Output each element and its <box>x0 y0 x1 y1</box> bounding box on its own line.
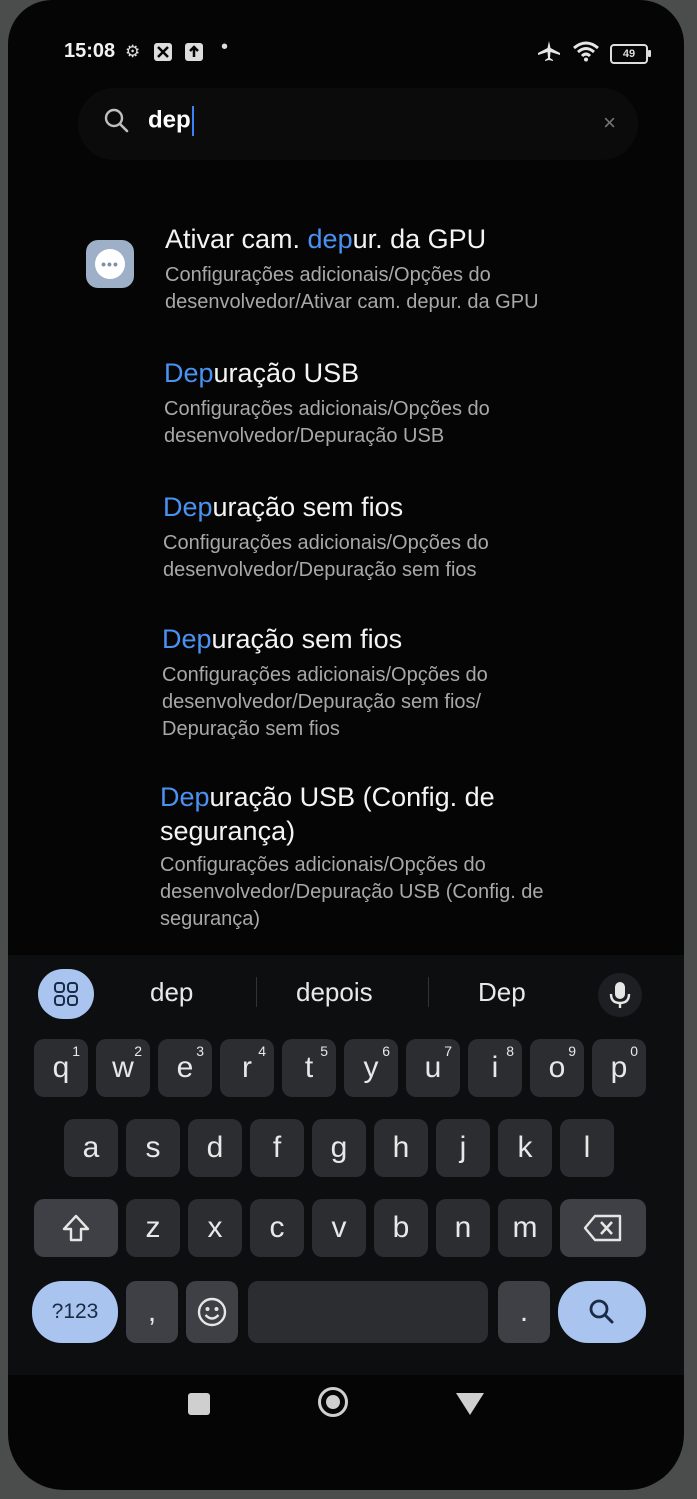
recent-apps-icon[interactable] <box>188 1393 210 1415</box>
key-z[interactable]: z <box>126 1199 180 1257</box>
search-bar[interactable]: dep × <box>78 88 638 160</box>
key-y[interactable]: y6 <box>344 1039 398 1097</box>
key-b[interactable]: b <box>374 1199 428 1257</box>
status-bar: 15:08 ⚙ • 49 <box>8 36 684 68</box>
key-l[interactable]: l <box>560 1119 614 1177</box>
result-path: Configurações adicionais/Opções do desenv… <box>160 854 544 930</box>
result-path: Configurações adicionais/Opções do desenv… <box>162 664 488 740</box>
key-o[interactable]: o9 <box>530 1039 584 1097</box>
apps-grid-icon <box>54 982 78 1006</box>
result-path: Configurações adicionais/Opções do desenv… <box>163 532 489 581</box>
result-title: Depuração sem fios <box>163 492 404 522</box>
divider <box>428 977 429 1007</box>
keyboard: dep depois Dep q1 w2 e3 r4 t5 y6 u7 i8 o… <box>8 955 684 1375</box>
key-r[interactable]: r4 <box>220 1039 274 1097</box>
more-notifications-dot-icon: • <box>221 36 229 58</box>
navigation-bar <box>8 1375 684 1435</box>
key-j[interactable]: j <box>436 1119 490 1177</box>
back-icon[interactable] <box>456 1393 484 1415</box>
additional-settings-app-icon: ••• <box>86 240 134 288</box>
emoji-icon <box>197 1297 227 1327</box>
microphone-icon <box>609 982 631 1008</box>
divider <box>256 977 257 1007</box>
result-item[interactable]: Depuração USB Configurações adicionais/O… <box>8 350 684 460</box>
shift-arrow-icon <box>62 1214 90 1242</box>
key-p[interactable]: p0 <box>592 1039 646 1097</box>
search-icon <box>102 106 132 136</box>
status-right: 49 <box>536 40 651 67</box>
airplane-mode-icon <box>536 40 562 67</box>
more-dots-icon: ••• <box>95 249 125 279</box>
key-a[interactable]: a <box>64 1119 118 1177</box>
microphone-button[interactable] <box>598 973 642 1017</box>
space-key[interactable] <box>248 1281 488 1343</box>
result-item[interactable]: Depuração sem fios Configurações adicion… <box>8 484 684 594</box>
symbols-key[interactable]: ?123 <box>32 1281 118 1343</box>
emoji-key[interactable] <box>186 1281 238 1343</box>
result-path: Configurações adicionais/Opções do desenv… <box>164 398 490 447</box>
battery-icon: 49 <box>610 43 651 64</box>
result-item[interactable]: Depuração USB (Config. de segurança) Conf… <box>8 778 684 938</box>
shift-key[interactable] <box>34 1199 118 1257</box>
suggestion-strip: dep depois Dep <box>8 955 684 1029</box>
result-item[interactable]: Depuração sem fios Configurações adicion… <box>8 616 684 746</box>
gear-icon: ⚙ <box>125 42 141 61</box>
clear-search-icon[interactable]: × <box>603 110 616 136</box>
status-time: 15:08 <box>64 40 116 62</box>
screen: 15:08 ⚙ • 49 dep × ••• Ativar cam. depur… <box>8 0 684 1490</box>
result-title: Depuração USB <box>164 358 360 388</box>
key-u[interactable]: u7 <box>406 1039 460 1097</box>
search-icon <box>589 1299 614 1324</box>
backspace-key[interactable] <box>560 1199 646 1257</box>
result-item[interactable]: ••• Ativar cam. depur. da GPU Configuraç… <box>8 210 684 330</box>
backspace-icon <box>583 1214 622 1242</box>
key-t[interactable]: t5 <box>282 1039 336 1097</box>
key-d[interactable]: d <box>188 1119 242 1177</box>
phone-frame: 15:08 ⚙ • 49 dep × ••• Ativar cam. depur… <box>8 0 684 1490</box>
key-w[interactable]: w2 <box>96 1039 150 1097</box>
result-title: Depuração USB (Config. de segurança) <box>160 782 495 846</box>
suggestion-item[interactable]: Dep <box>478 977 526 1008</box>
key-c[interactable]: c <box>250 1199 304 1257</box>
key-g[interactable]: g <box>312 1119 366 1177</box>
search-action-key[interactable] <box>558 1281 646 1343</box>
key-s[interactable]: s <box>126 1119 180 1177</box>
suggestion-item[interactable]: depois <box>296 977 373 1008</box>
result-path: Configurações adicionais/Opções do desenv… <box>165 264 539 313</box>
result-title: Depuração sem fios <box>162 624 403 654</box>
key-k[interactable]: k <box>498 1119 552 1177</box>
search-input[interactable]: dep <box>148 106 194 136</box>
key-i[interactable]: i8 <box>468 1039 522 1097</box>
key-q[interactable]: q1 <box>34 1039 88 1097</box>
key-f[interactable]: f <box>250 1119 304 1177</box>
keyboard-apps-button[interactable] <box>38 969 94 1019</box>
key-x[interactable]: x <box>188 1199 242 1257</box>
key-h[interactable]: h <box>374 1119 428 1177</box>
wifi-icon <box>572 40 600 67</box>
key-n[interactable]: n <box>436 1199 490 1257</box>
key-v[interactable]: v <box>312 1199 366 1257</box>
result-title: Ativar cam. depur. da GPU <box>165 224 487 254</box>
home-icon[interactable] <box>318 1387 348 1417</box>
comma-key[interactable]: , <box>126 1281 178 1343</box>
key-m[interactable]: m <box>498 1199 552 1257</box>
key-e[interactable]: e3 <box>158 1039 212 1097</box>
upload-notification-icon <box>184 42 204 67</box>
text-caret <box>191 106 194 136</box>
notification-icon <box>153 42 173 67</box>
period-key[interactable]: . <box>498 1281 550 1343</box>
suggestion-item[interactable]: dep <box>150 977 193 1008</box>
